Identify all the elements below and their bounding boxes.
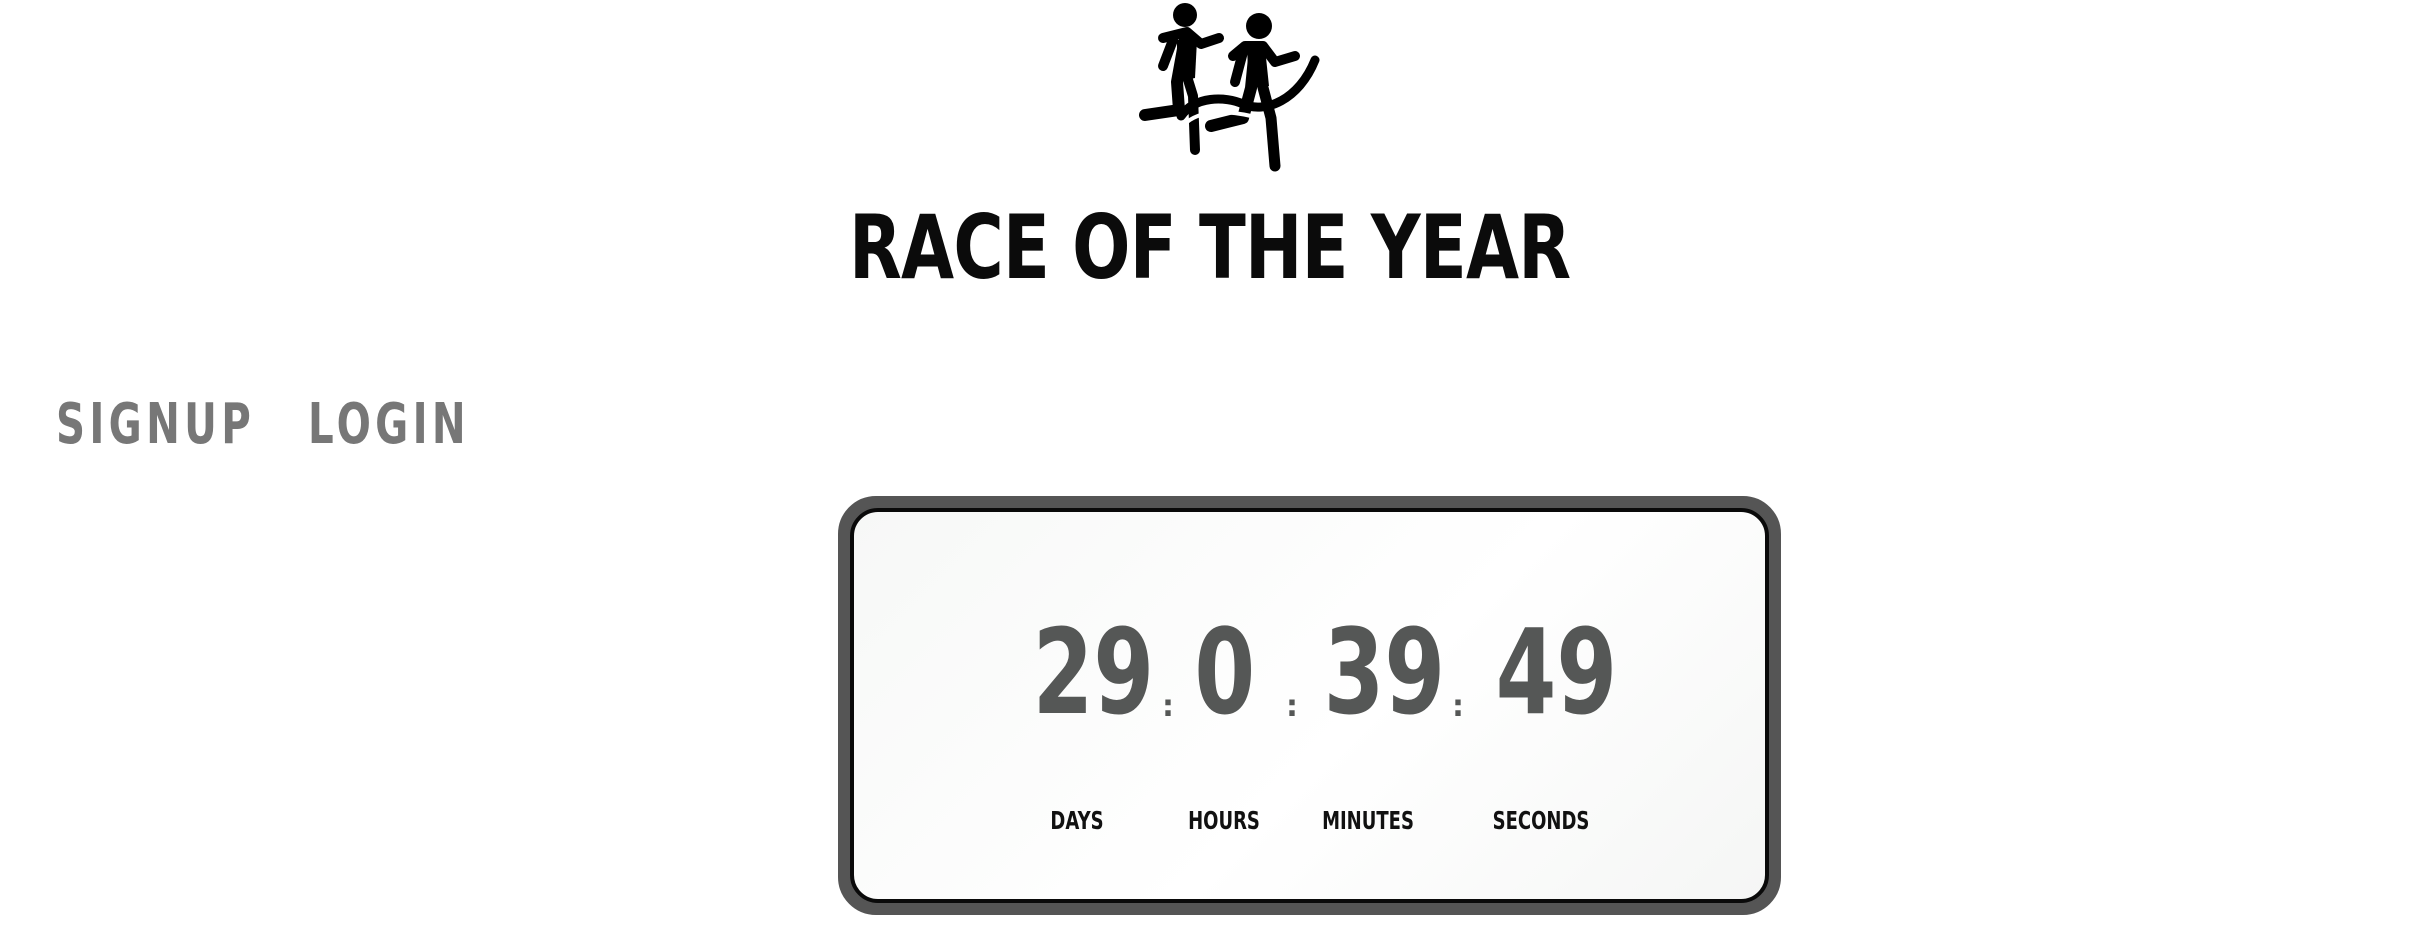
separator-colon: : (1162, 689, 1174, 724)
runners-finish-line-icon (1115, 0, 1335, 180)
auth-nav: SIGNUP LOGIN (56, 390, 466, 460)
countdown-panel: 29 : 0 : 39 : 49 DAYS HOURS MINUTES SECO… (850, 508, 1769, 903)
login-link[interactable]: LOGIN (308, 390, 466, 460)
seconds-value: 49 (1495, 603, 1618, 741)
hours-value: 0 (1194, 603, 1256, 741)
signup-link[interactable]: SIGNUP (56, 390, 251, 460)
page-title: RACE OF THE YEAR (848, 196, 1571, 299)
page: RACE OF THE YEAR SIGNUP LOGIN 29 : 0 : 3… (0, 0, 2418, 946)
days-value: 29 (1032, 603, 1155, 741)
countdown-timer: 29 : 0 : 39 : 49 DAYS HOURS MINUTES SECO… (838, 496, 1781, 915)
separator-colon: : (1286, 689, 1298, 724)
separator-colon: : (1452, 689, 1464, 724)
hours-label: HOURS (1188, 806, 1260, 835)
days-label: DAYS (1050, 806, 1104, 835)
minutes-value: 39 (1323, 603, 1446, 741)
minutes-label: MINUTES (1322, 806, 1414, 835)
seconds-label: SECONDS (1492, 806, 1590, 835)
